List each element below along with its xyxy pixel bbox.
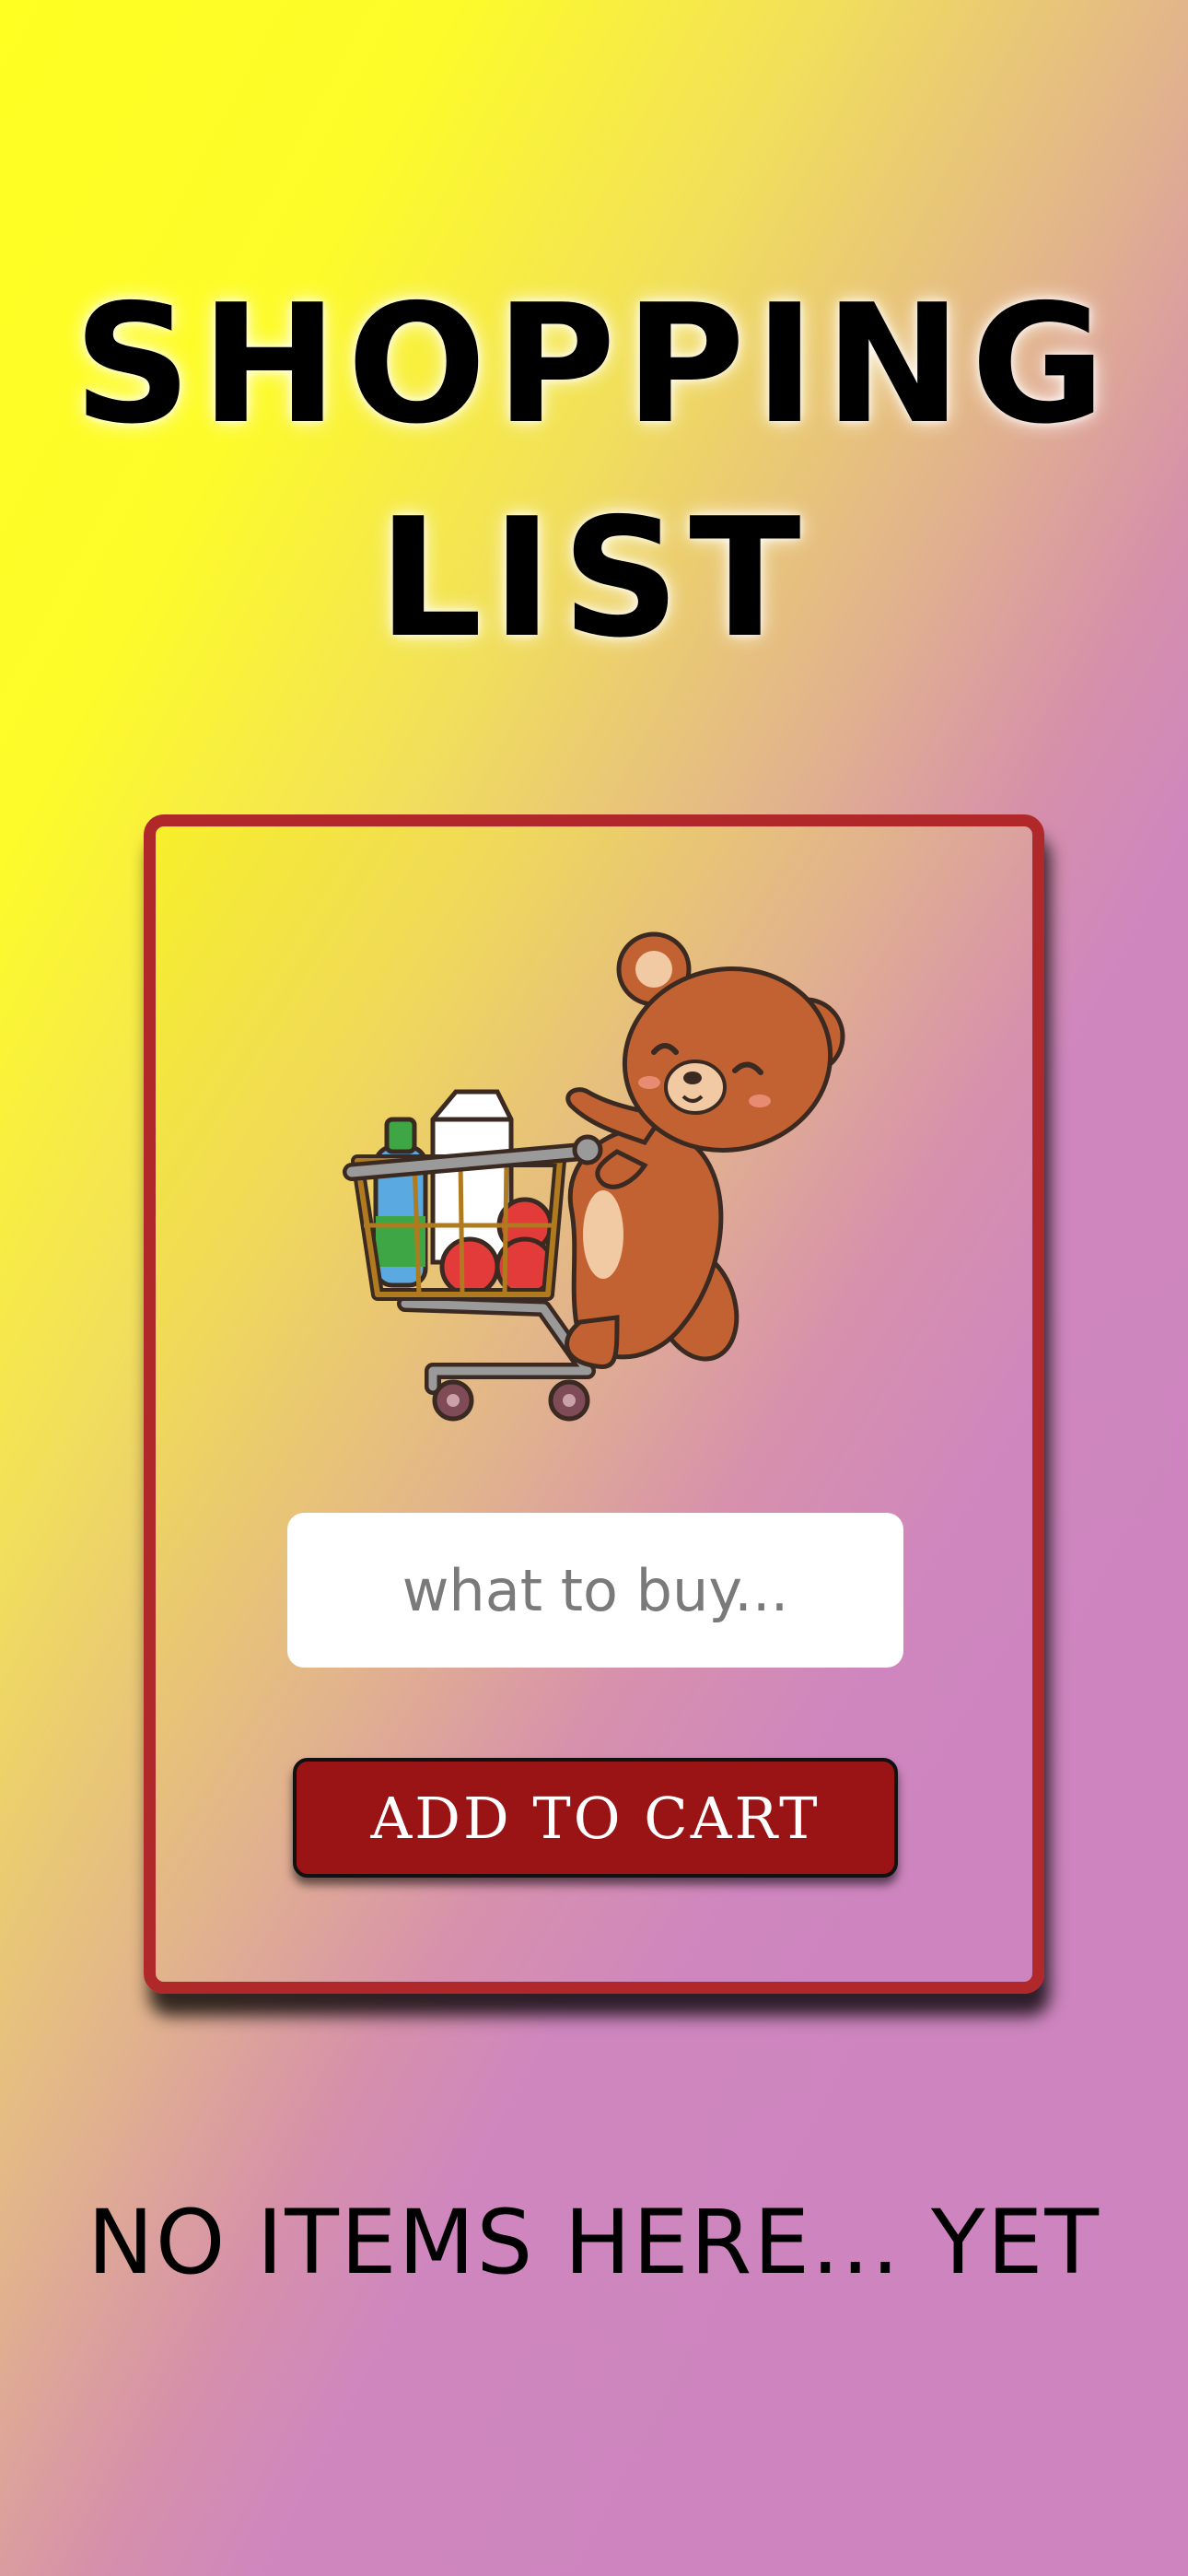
empty-list-message: NO ITEMS HERE... YET (87, 2191, 1101, 2294)
page-title: SHOPPING LIST (0, 258, 1188, 685)
bear-shopping-cart-icon (343, 931, 845, 1422)
page-title-line-2: LIST (378, 483, 810, 673)
add-to-cart-button[interactable]: ADD TO CART (293, 1758, 898, 1878)
page-title-line-1: SHOPPING (73, 269, 1115, 460)
item-input[interactable] (287, 1513, 903, 1668)
